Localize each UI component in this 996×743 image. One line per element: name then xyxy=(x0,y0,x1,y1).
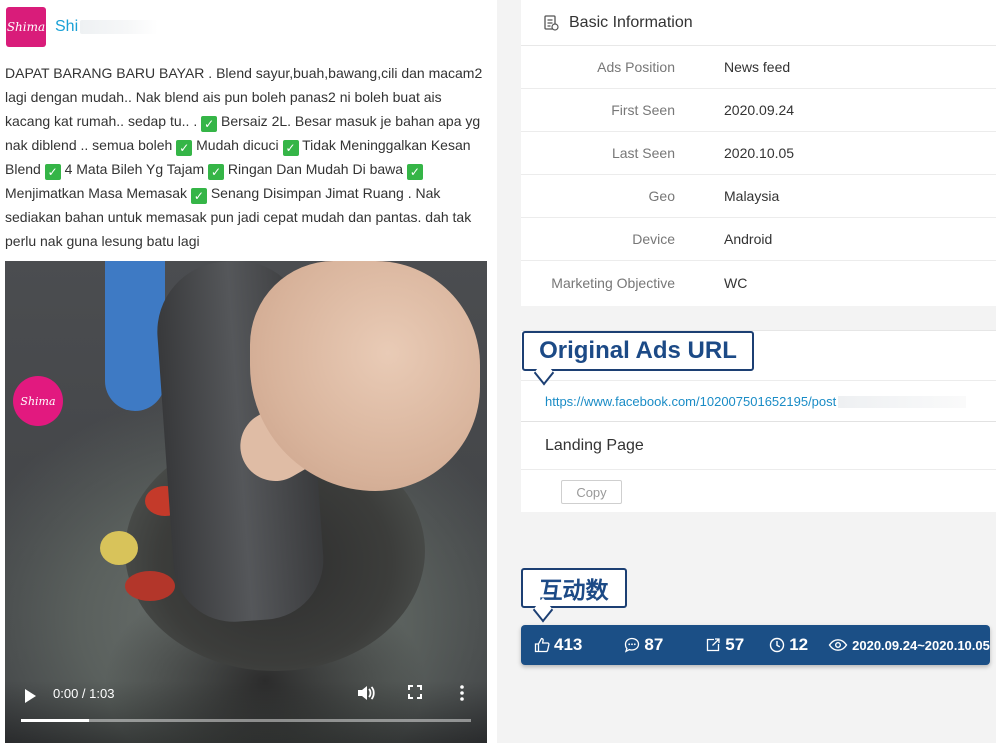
clock-icon xyxy=(770,637,785,653)
copy-button[interactable]: Copy xyxy=(561,480,622,504)
ad-details-panel: Basic Information Ads Position News feed F… xyxy=(497,0,996,743)
info-row-label: Marketing Objective xyxy=(551,274,675,291)
info-row-label: Geo xyxy=(648,188,675,204)
check-icon: ✓ xyxy=(44,164,61,180)
check-icon: ✓ xyxy=(406,164,423,180)
thumbs-up-icon xyxy=(534,637,550,653)
original-ads-url-callout: Original Ads URL xyxy=(522,331,754,371)
info-row: Marketing Objective WC xyxy=(521,261,996,304)
ad-copy-text: DAPAT BARANG BARU BAYAR . Blend sayur,bu… xyxy=(5,61,489,253)
check-icon: ✓ xyxy=(282,140,299,156)
document-info-icon xyxy=(544,14,559,31)
info-row: First Seen 2020.09.24 xyxy=(521,89,996,132)
ads-url-row: https://www.facebook.com/102007501652195… xyxy=(521,380,996,422)
info-row-value: News feed xyxy=(724,59,791,75)
info-row: Last Seen 2020.10.05 xyxy=(521,132,996,175)
ad-preview-panel: Shima Shi DAPAT BARANG BARU BAYAR . Blen… xyxy=(0,0,497,743)
fullscreen-icon[interactable] xyxy=(408,685,422,703)
video-scene xyxy=(105,261,165,411)
landing-page-card: Landing Page Copy xyxy=(521,421,996,512)
info-rows: Ads Position News feed First Seen 2020.09.2… xyxy=(521,46,996,304)
info-row-value: Malaysia xyxy=(724,188,780,204)
ad-copy-segment: 4 Mata Bileh Yg Tajam xyxy=(60,161,209,177)
volume-icon[interactable] xyxy=(357,685,375,705)
comments-count: 87 xyxy=(644,635,664,654)
clock-count: 12 xyxy=(789,635,809,654)
info-row-value: Android xyxy=(724,231,773,247)
ad-copy-segment: Mudah dicuci xyxy=(192,137,283,153)
blurred-name xyxy=(80,20,159,34)
engagement-stats-bar: 413 87 57 12 2020.09.24~2020.10.05 xyxy=(521,625,990,665)
info-row-label: Ads Position xyxy=(597,59,675,75)
advertiser-name[interactable]: Shi xyxy=(55,18,159,36)
likes-stat: 413 xyxy=(534,635,582,655)
ad-copy-segment: Ringan Dan Mudah Di bawa xyxy=(224,161,407,177)
check-icon: ✓ xyxy=(208,164,225,180)
video-scene xyxy=(125,571,175,601)
clock-stat: 12 xyxy=(769,635,808,655)
check-icon: ✓ xyxy=(190,188,207,204)
share-icon xyxy=(707,638,720,652)
logo-text: Shima xyxy=(6,20,46,34)
info-row: Geo Malaysia xyxy=(521,175,996,218)
ads-url-link[interactable]: https://www.facebook.com/102007501652195… xyxy=(545,394,836,409)
basic-information-header: Basic Information xyxy=(521,0,996,46)
eye-icon xyxy=(828,639,848,651)
engagement-callout: 互动数 xyxy=(521,568,627,608)
info-row-value: 2020.10.05 xyxy=(724,145,795,161)
date-range-text: 2020.09.24~2020.10.05 xyxy=(852,637,990,653)
check-icon: ✓ xyxy=(176,140,193,156)
video-watermark-logo: Shima xyxy=(13,376,63,426)
video-progress-fill xyxy=(21,719,89,722)
basic-information-title: Basic Information xyxy=(569,13,693,31)
ad-video-player[interactable]: Shima 0:00 / 1:03 xyxy=(5,261,487,743)
comment-icon xyxy=(625,637,640,653)
check-icon: ✓ xyxy=(201,116,218,132)
basic-information-card: Basic Information Ads Position News feed F… xyxy=(521,0,996,306)
info-row: Device Android xyxy=(521,218,996,261)
shares-stat: 57 xyxy=(705,635,744,655)
info-row-label: Last Seen xyxy=(611,145,675,161)
advertiser-logo[interactable]: Shima xyxy=(6,7,46,47)
info-row-label: First Seen xyxy=(611,102,675,118)
ad-copy-segment: Menjimatkan Masa Memasak xyxy=(5,185,191,201)
play-icon[interactable] xyxy=(25,689,36,703)
date-range-stat: 2020.09.24~2020.10.05 xyxy=(828,638,990,653)
info-row: Ads Position News feed xyxy=(521,46,996,89)
advertiser-name-text: Shi xyxy=(55,18,79,35)
info-row-value: 2020.09.24 xyxy=(724,102,795,118)
watermark-text: Shima xyxy=(20,394,56,408)
comments-stat: 87 xyxy=(624,635,663,655)
video-progress-bar[interactable] xyxy=(21,719,471,722)
blurred-url xyxy=(838,395,967,408)
shares-count: 57 xyxy=(725,635,745,654)
video-scene xyxy=(100,531,138,565)
info-row-label: Device xyxy=(632,231,675,247)
landing-page-title: Landing Page xyxy=(521,422,996,470)
ad-header: Shima Shi xyxy=(6,6,159,48)
video-time: 0:00 / 1:03 xyxy=(53,686,115,701)
likes-count: 413 xyxy=(554,635,583,654)
info-row-value: WC xyxy=(724,274,748,291)
more-options-icon[interactable] xyxy=(459,685,465,705)
